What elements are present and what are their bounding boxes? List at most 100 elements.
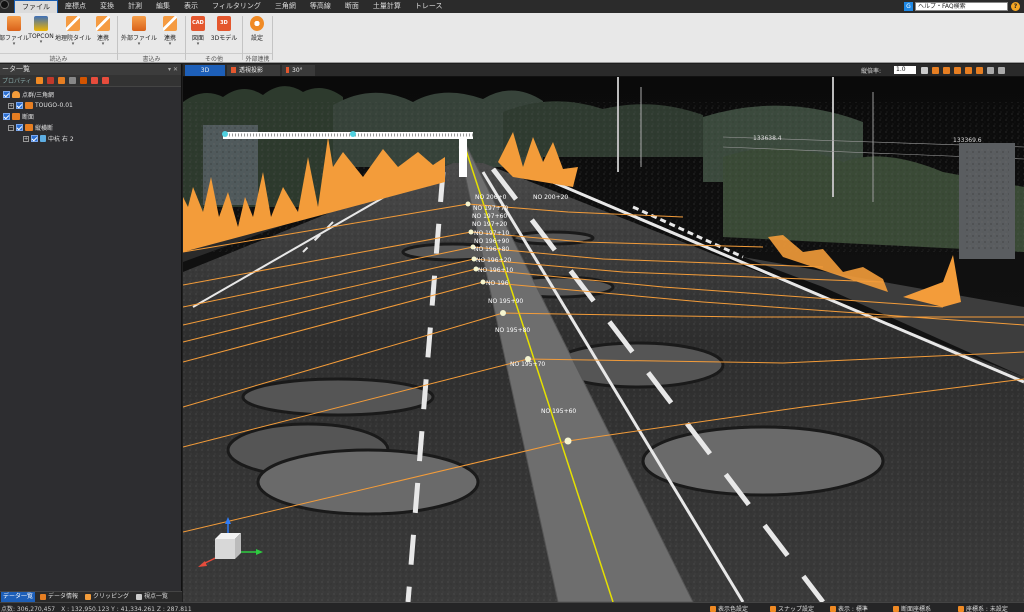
tab-data-list[interactable]: データ一覧 (1, 592, 36, 602)
home-view-icon[interactable] (921, 67, 928, 74)
data-tree: 点群/三角網 + TOUGO-0.01 断面 − 縦横断 + 中杭 右 2 (0, 87, 181, 144)
help-search[interactable]: G ヘルプ・FAQ検索 (904, 2, 1008, 11)
menu-bar: ファイル 座標点 変換 計測 編集 表示 フィルタリング 三角網 等高線 断面 … (0, 0, 1024, 13)
tree-item-profile[interactable]: − 縦横断 (0, 122, 181, 133)
menu-trace[interactable]: トレース (408, 0, 450, 13)
menu-tin[interactable]: 三角網 (268, 0, 303, 13)
delete-icon[interactable] (46, 77, 54, 84)
tab-3d[interactable]: 3D (185, 65, 225, 76)
back-view-icon[interactable] (965, 67, 972, 74)
tree-item-label: 点群/三角網 (22, 92, 55, 99)
menu-edit[interactable]: 編集 (149, 0, 177, 13)
3d-scene[interactable]: NO 206+0 NO 200+20 NO 197+70 NO 197+60 N… (183, 77, 1024, 602)
station-label: NO 195+90 (488, 298, 523, 305)
station-label: NO 200+20 (533, 194, 568, 201)
menu-transform[interactable]: 変換 (93, 0, 121, 13)
settings-button[interactable]: 設定 (246, 16, 268, 52)
display-color-settings[interactable]: 表示色設定 (710, 604, 748, 612)
dropdown-caret-icon: ▾ (39, 39, 43, 45)
link-icon (96, 16, 110, 31)
gear-icon (250, 16, 264, 31)
collapse-icon[interactable]: − (8, 124, 14, 131)
menu-filtering[interactable]: フィルタリング (205, 0, 268, 13)
menu-file[interactable]: ファイル (14, 0, 58, 13)
panel-toolbar: プロパティ (0, 75, 181, 87)
snap-settings[interactable]: スナップ設定 (770, 604, 814, 612)
panel-title-controls[interactable]: ▾ ✕ (168, 64, 178, 75)
edit-icon[interactable] (57, 77, 65, 84)
iso-view-icon[interactable] (976, 67, 983, 74)
reset-view-icon[interactable] (998, 67, 1005, 74)
link-import-button[interactable]: 連携 ▾ (93, 16, 113, 52)
expand-icon[interactable]: + (8, 102, 14, 109)
tab-clipping[interactable]: クリッピング (83, 592, 131, 602)
menu-contour[interactable]: 等高線 (303, 0, 338, 13)
help-search-input[interactable]: ヘルプ・FAQ検索 (915, 2, 1008, 11)
import-file-button[interactable]: 部ファイル ▾ (0, 16, 29, 52)
tab-label: 30° (292, 67, 303, 74)
fit-view-icon[interactable] (987, 67, 994, 74)
tab-data-info[interactable]: データ情報 (38, 592, 80, 602)
status-bar: 点数: 306,270,457 X : 132,950.123 Y : 41,3… (0, 602, 1024, 612)
top-view-icon[interactable] (932, 67, 939, 74)
gsi-tile-button[interactable]: 地理院タイル ▾ (55, 16, 91, 52)
tab-label: クリッピング (93, 593, 130, 600)
close-all-icon[interactable] (90, 77, 98, 84)
checkbox[interactable] (3, 113, 10, 120)
properties-label[interactable]: プロパティ (2, 76, 32, 85)
dropdown-caret-icon: ▾ (12, 41, 16, 47)
menu-measure[interactable]: 計測 (121, 0, 149, 13)
tab-fov[interactable]: 30° (282, 65, 315, 76)
export-file-button[interactable]: 外部ファイル ▾ (120, 16, 158, 52)
group-label-external: 外部連携 (243, 53, 272, 63)
link-export-button[interactable]: 連携 ▾ (160, 16, 180, 52)
tree-item-centerline[interactable]: + 中杭 右 2 (0, 133, 181, 144)
settings-label: 設定 (250, 35, 263, 42)
help-icon[interactable]: ? (1011, 2, 1020, 11)
station-point[interactable] (480, 279, 486, 285)
tree-item-label: 中杭 右 2 (48, 136, 74, 143)
checkbox[interactable] (31, 135, 38, 142)
menu-view[interactable]: 表示 (177, 0, 205, 13)
tab-label: データ情報 (48, 593, 79, 600)
coordinate-system[interactable]: 座標系 : 未設定 (958, 604, 1008, 612)
station-point[interactable] (465, 201, 471, 207)
front-view-icon[interactable] (943, 67, 950, 74)
3d-model-icon: 3D (217, 16, 231, 31)
collapse-icon[interactable] (101, 77, 109, 84)
tree-item-section[interactable]: 断面 (0, 111, 181, 122)
station-label: NO 196+10 (478, 267, 513, 274)
app-logo-icon[interactable] (0, 0, 9, 9)
tree-item-tougo[interactable]: + TOUGO-0.01 (0, 100, 181, 111)
vertical-scale-input[interactable]: 1.0 (894, 66, 916, 74)
3d-model-button[interactable]: 3D 3Dモデル (210, 16, 238, 52)
station-point[interactable] (500, 310, 506, 316)
station-point[interactable] (564, 437, 572, 445)
section-coordinate-system[interactable]: 断面座標系 (893, 604, 931, 612)
pointcloud-icon (12, 91, 20, 98)
menu-earthwork[interactable]: 土量計算 (366, 0, 408, 13)
section-coordinate-icon (893, 605, 899, 612)
section-icon (12, 113, 20, 120)
station-point[interactable] (468, 229, 474, 235)
expand-icon[interactable]: + (23, 135, 29, 142)
checkbox[interactable] (3, 91, 10, 98)
checkbox[interactable] (16, 124, 23, 131)
dropdown-caret-icon: ▾ (71, 41, 75, 47)
cad-drawing-button[interactable]: CAD 図面 ▾ (188, 16, 208, 52)
menu-section[interactable]: 断面 (338, 0, 366, 13)
topcon-button[interactable]: TOPCON ▾ (28, 16, 54, 52)
checkbox[interactable] (16, 102, 23, 109)
display-mode[interactable]: 表示 : 標準 (830, 604, 868, 612)
move-icon[interactable] (68, 77, 76, 84)
menu-coordinate-points[interactable]: 座標点 (58, 0, 93, 13)
add-icon[interactable] (35, 77, 43, 84)
ribbon: 部ファイル ▾ TOPCON ▾ 地理院タイル ▾ 連携 ▾ 外部ファイル ▾ … (0, 13, 1024, 63)
tab-viewpoints[interactable]: 視点一覧 (134, 592, 170, 602)
side-view-icon[interactable] (954, 67, 961, 74)
station-label: NO 196+90 (474, 238, 509, 245)
station-label: NO 195+70 (510, 361, 545, 368)
tab-perspective[interactable]: 透視投影 (227, 65, 280, 76)
export-icon[interactable] (79, 77, 87, 84)
tree-item-pointcloud[interactable]: 点群/三角網 (0, 89, 181, 100)
